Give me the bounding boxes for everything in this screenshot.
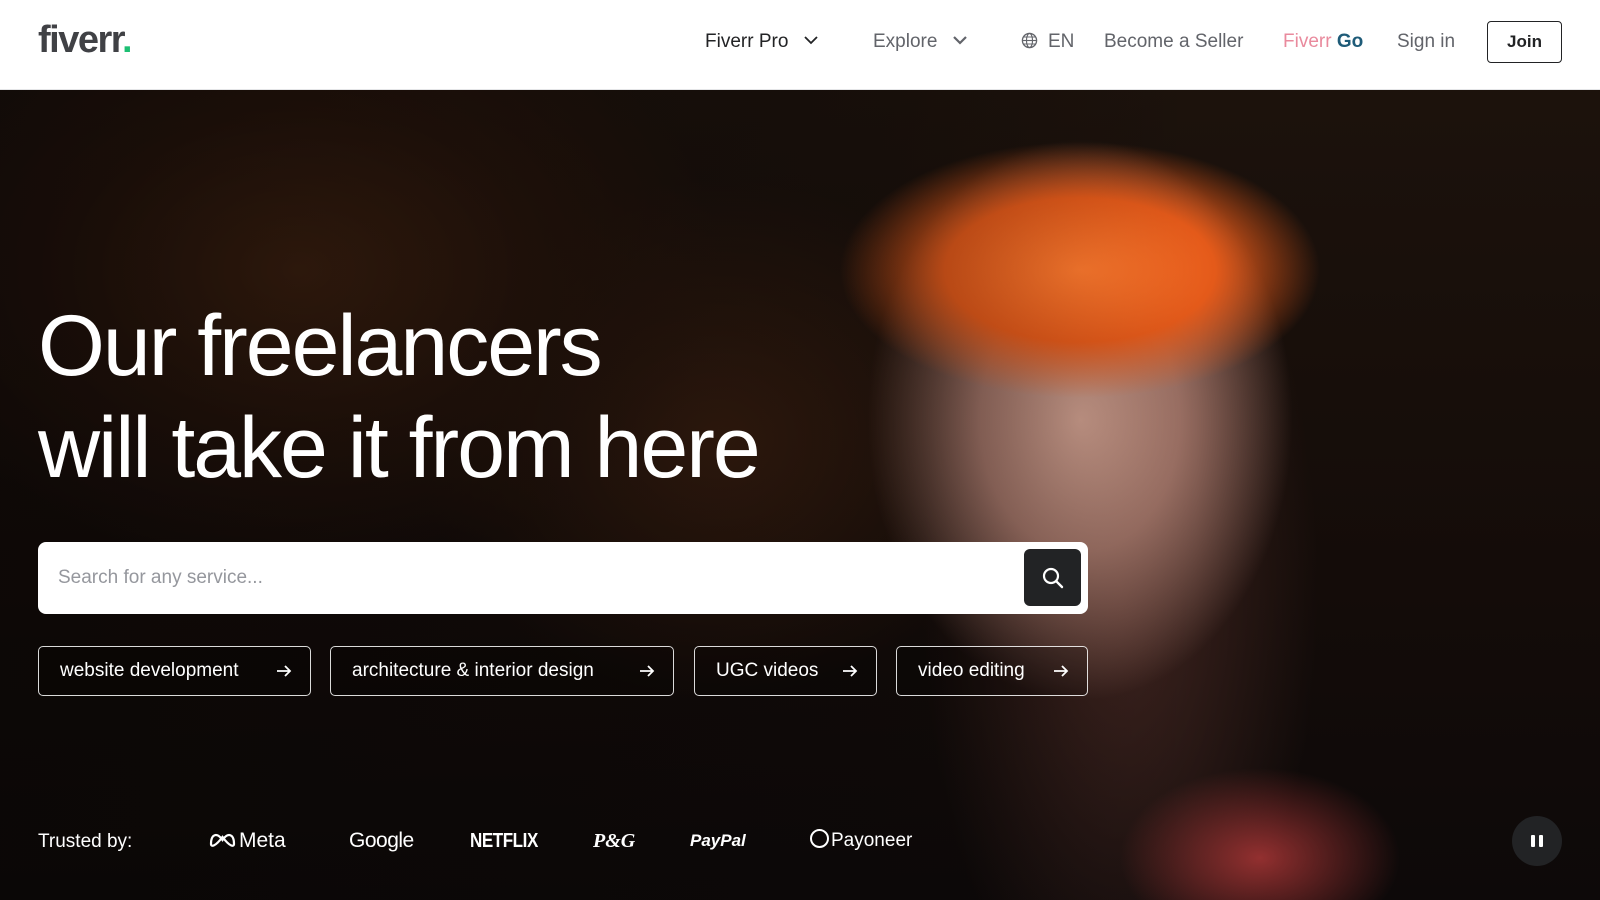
payoneer-ring-icon — [810, 829, 829, 849]
search-bar — [38, 542, 1088, 614]
nav-explore[interactable]: Explore — [873, 28, 967, 56]
nav-language-label: EN — [1048, 31, 1075, 52]
arrow-right-icon — [640, 665, 655, 677]
hero-headline-line2: will take it from here — [38, 400, 761, 496]
nav-sign-in-label: Sign in — [1397, 31, 1456, 52]
nav-fiverr-go[interactable]: Fiverr Go — [1283, 28, 1363, 56]
arrow-right-icon — [843, 665, 858, 677]
chip-ugc-videos[interactable]: UGC videos — [694, 646, 877, 696]
chevron-down-icon — [804, 36, 818, 45]
fiverr-go-label-part1: Fiverr — [1283, 31, 1332, 52]
arrow-right-icon — [277, 665, 292, 677]
search-icon — [1042, 567, 1063, 588]
google-logo: Google — [349, 829, 414, 852]
nav-language[interactable]: EN — [1021, 28, 1074, 56]
nav-explore-label: Explore — [873, 31, 938, 52]
chip-architecture-interior-design[interactable]: architecture & interior design — [330, 646, 674, 696]
trusted-by-label: Trusted by: — [38, 831, 133, 852]
nav-fiverr-pro[interactable]: Fiverr Pro — [705, 28, 818, 56]
hero-section: Our freelancers will take it from here w… — [0, 90, 1600, 900]
chip-video-editing[interactable]: video editing — [896, 646, 1088, 696]
nav-sign-in[interactable]: Sign in — [1397, 28, 1455, 56]
payoneer-logo: Payoneer — [810, 827, 912, 855]
payoneer-logo-text: Payoneer — [831, 830, 913, 851]
nav-become-seller[interactable]: Become a Seller — [1104, 28, 1243, 56]
chip-label: video editing — [918, 660, 1025, 681]
meta-logo-icon — [209, 834, 236, 848]
chip-label: website development — [60, 660, 239, 681]
chevron-down-icon — [952, 36, 967, 45]
hero-headline: Our freelancers will take it from here — [38, 295, 761, 499]
top-header: fiverr. Fiverr Pro Explore EN Become a S… — [0, 0, 1600, 90]
meta-logo-text: Meta — [239, 829, 286, 852]
paypal-logo: PayPal — [690, 831, 746, 850]
search-button[interactable] — [1024, 549, 1081, 606]
chip-website-development[interactable]: website development — [38, 646, 311, 696]
logo-text: fiverr — [38, 19, 123, 61]
pause-icon — [1529, 835, 1545, 847]
nav-become-seller-label: Become a Seller — [1104, 31, 1244, 52]
hero-headline-line1: Our freelancers — [38, 298, 603, 394]
nav-fiverr-pro-label: Fiverr Pro — [705, 31, 789, 52]
pause-video-button[interactable] — [1512, 816, 1562, 866]
logo-dot: . — [121, 19, 133, 61]
fiverr-go-label-part2: Go — [1331, 31, 1364, 52]
globe-icon — [1021, 32, 1038, 49]
join-button[interactable]: Join — [1487, 21, 1562, 63]
chip-label: UGC videos — [716, 660, 819, 681]
arrow-right-icon — [1054, 665, 1069, 677]
pg-logo: P&G — [593, 830, 636, 852]
search-input[interactable] — [58, 556, 988, 600]
fiverr-logo[interactable]: fiverr. — [38, 16, 133, 64]
chip-label: architecture & interior design — [352, 660, 594, 681]
meta-logo: Meta — [209, 827, 286, 855]
netflix-logo: NETFLIX — [470, 830, 538, 852]
